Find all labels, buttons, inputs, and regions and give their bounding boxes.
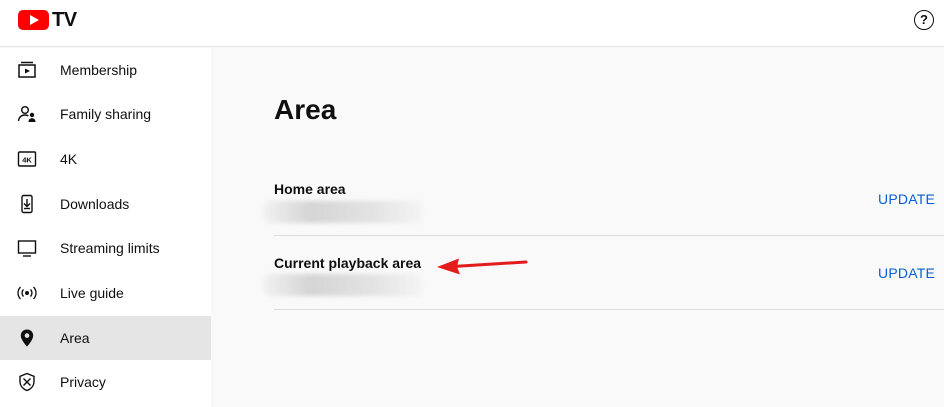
sidebar-item-label: Streaming limits [60,240,160,256]
update-current-playback-area-button[interactable]: UPDATE [878,265,935,281]
youtube-play-icon [18,10,49,30]
current-playback-area-value-redacted [263,274,423,296]
sidebar-item-downloads[interactable]: Downloads [0,182,211,226]
sidebar-item-label: Membership [60,62,138,78]
help-icon[interactable]: ? [914,10,934,30]
home-area-label: Home area [274,181,346,197]
shield-icon [17,372,37,392]
sidebar-item-label: 4K [60,151,78,167]
divider [274,309,944,310]
monitor-icon [17,238,37,258]
page-title: Area [274,94,337,125]
live-guide-icon [17,283,37,303]
sidebar-item-live-guide[interactable]: Live guide [0,271,211,315]
sidebar-item-label: Live guide [60,285,124,301]
4k-badge-text: 4K [22,155,32,164]
annotation-arrow-icon [437,258,528,275]
divider [274,235,944,236]
downloads-icon [17,194,37,214]
sidebar-item-4k[interactable]: 4K 4K [0,137,211,181]
location-pin-icon [17,328,37,348]
main-content: Area Home area UPDATE Current playback a… [211,48,944,407]
sidebar-item-family-sharing[interactable]: Family sharing [0,92,211,136]
update-home-area-button[interactable]: UPDATE [878,191,935,207]
top-bar: TV ? [0,0,944,47]
membership-icon [17,60,37,80]
logo-text: TV [52,8,77,31]
sidebar: Membership Family sharing 4K 4K Download… [0,48,211,407]
family-sharing-icon [17,104,37,124]
sidebar-item-label: Downloads [60,196,130,212]
sidebar-item-label: Privacy [60,374,106,390]
sidebar-item-membership[interactable]: Membership [0,48,211,92]
sidebar-item-streaming-limits[interactable]: Streaming limits [0,226,211,270]
4k-icon: 4K [17,149,37,169]
sidebar-item-label: Area [60,330,90,346]
sidebar-item-label: Family sharing [60,106,152,122]
home-area-value-redacted [263,201,423,223]
youtube-tv-logo[interactable]: TV [18,8,77,31]
current-playback-area-label: Current playback area [274,255,422,271]
sidebar-item-area[interactable]: Area [0,316,211,360]
sidebar-item-privacy[interactable]: Privacy [0,360,211,404]
